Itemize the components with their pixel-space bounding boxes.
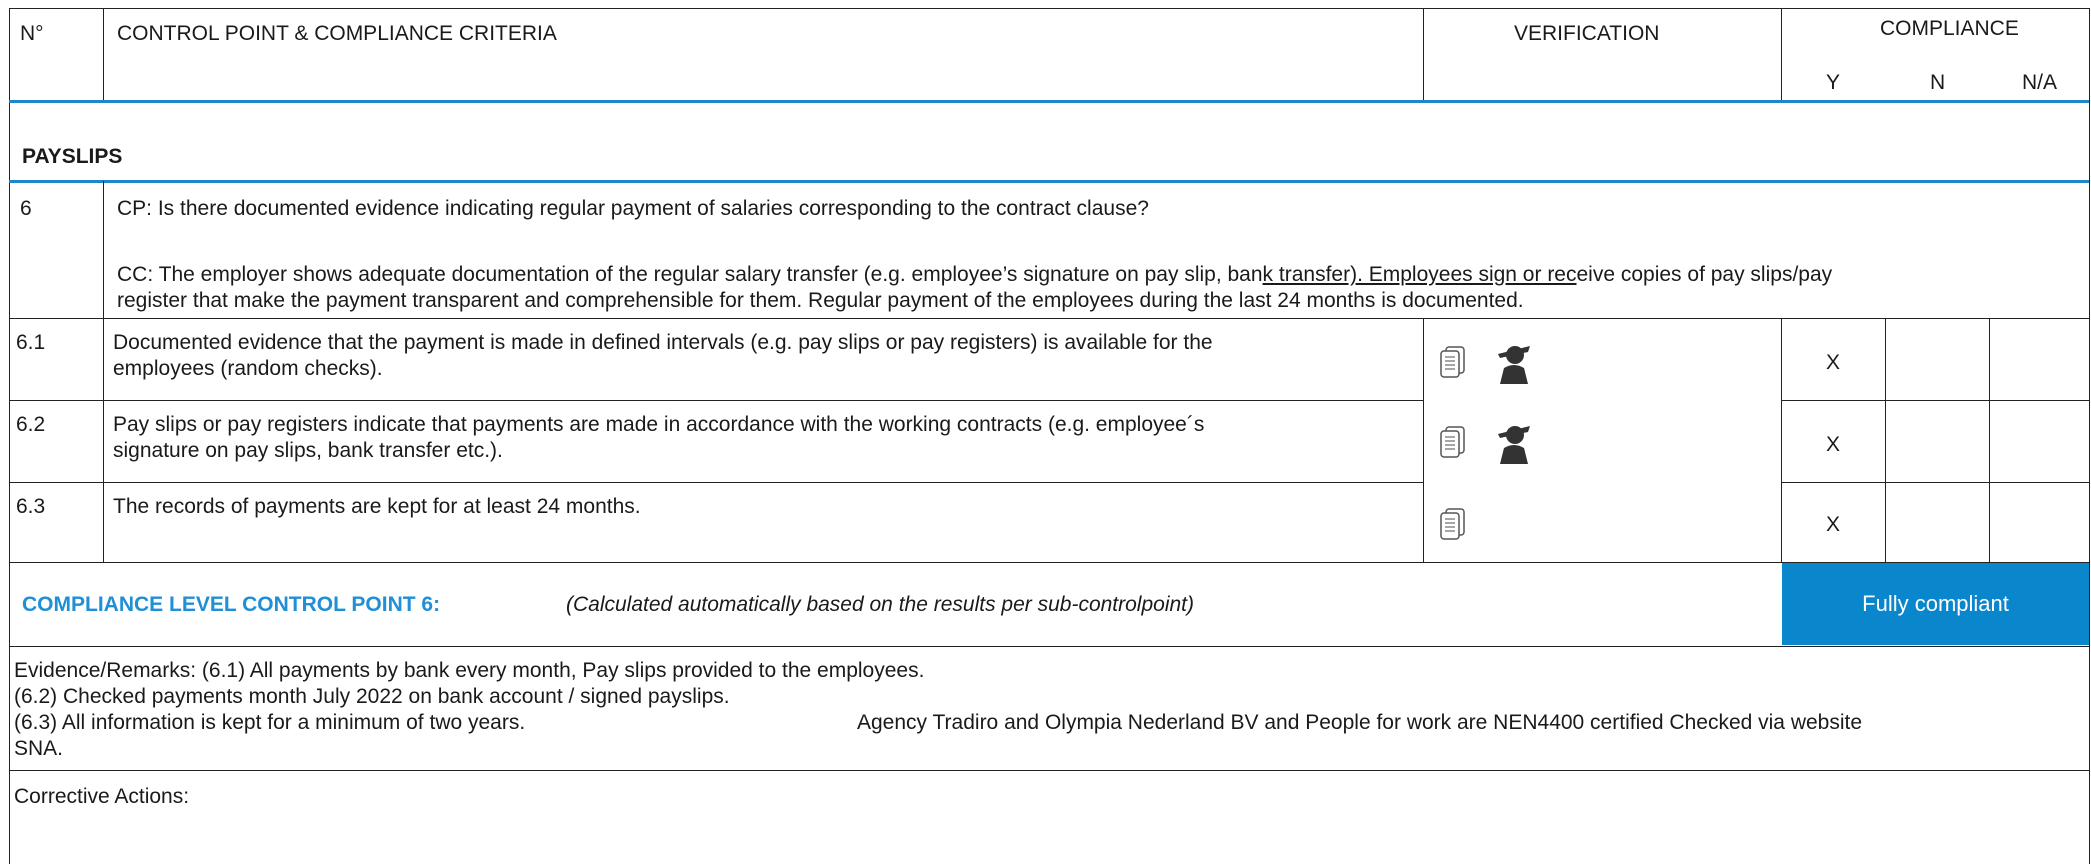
header-control-point: CONTROL POINT & COMPLIANCE CRITERIA xyxy=(117,22,557,45)
compliance-yes-mark[interactable]: X xyxy=(1826,432,1840,458)
compliance-yes-mark[interactable]: X xyxy=(1826,512,1840,538)
row-text-line2: signature on pay slips, bank transfer et… xyxy=(113,439,503,462)
compliance-level-note: (Calculated automatically based on the r… xyxy=(566,593,1195,616)
document-icon xyxy=(1440,426,1465,458)
corrective-actions-label: Corrective Actions: xyxy=(14,785,190,808)
control-point-question: CP: Is there documented evidence indicat… xyxy=(117,197,1149,220)
header-compliance: COMPLIANCE xyxy=(1880,17,2019,40)
row-id: 6.1 xyxy=(16,331,46,354)
row-id: 6.3 xyxy=(16,495,46,518)
evidence-line3-certification: Agency Tradiro and Olympia Nederland BV … xyxy=(857,711,1863,734)
header-no: N xyxy=(1930,71,1946,94)
row-text-line1: Pay slips or pay registers indicate that… xyxy=(113,413,1205,436)
row-text-line2: employees (random checks). xyxy=(113,357,383,380)
row-text-line1: Documented evidence that the payment is … xyxy=(113,331,1213,354)
row-text-line1: The records of payments are kept for at … xyxy=(113,495,641,518)
evidence-line4: SNA. xyxy=(14,737,64,760)
row-id: 6.2 xyxy=(16,413,46,436)
header-not-applicable: N/A xyxy=(2022,71,2058,94)
compliance-criteria-part-c: eive copies of pay slips/pay xyxy=(1576,263,1833,286)
compliance-result-badge: Fully compliant xyxy=(1782,563,2089,645)
compliance-criteria-part-b: k transfer). Employees sign or rec xyxy=(1262,263,1577,286)
person-icon xyxy=(1498,426,1530,464)
evidence-line2: (6.2) Checked payments month July 2022 o… xyxy=(14,685,730,708)
section-title: PAYSLIPS xyxy=(22,145,123,168)
compliance-criteria-line2: register that make the payment transpare… xyxy=(117,289,1524,312)
compliance-criteria: CC: The employer shows adequate document… xyxy=(117,262,1832,288)
document-icon xyxy=(1440,346,1465,378)
evidence-line1: Evidence/Remarks: (6.1) All payments by … xyxy=(14,659,925,682)
compliance-yes-mark[interactable]: X xyxy=(1826,350,1840,376)
person-icon xyxy=(1498,346,1530,384)
compliance-criteria-part-a: CC: The employer shows adequate document… xyxy=(117,263,1263,286)
evidence-line3: (6.3) All information is kept for a mini… xyxy=(14,711,526,734)
header-yes: Y xyxy=(1826,71,1841,94)
document-icon xyxy=(1440,508,1465,540)
compliance-result-text: Fully compliant xyxy=(1862,591,2009,616)
compliance-level-label: COMPLIANCE LEVEL CONTROL POINT 6: xyxy=(22,593,441,616)
header-verification: VERIFICATION xyxy=(1514,22,1660,45)
header-number: N° xyxy=(20,22,44,45)
control-point-number: 6 xyxy=(20,197,32,220)
